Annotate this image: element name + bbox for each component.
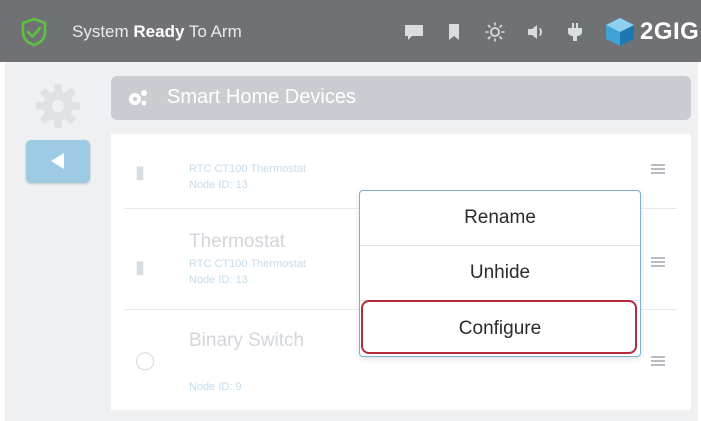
device-name: Binary Switch bbox=[189, 330, 305, 351]
device-model: RTC CT100 Thermostat bbox=[189, 258, 306, 270]
brightness-icon[interactable] bbox=[484, 22, 506, 42]
system-status-text: System Ready To Arm bbox=[72, 22, 242, 41]
hamburger-menu-icon[interactable] bbox=[651, 356, 665, 366]
device-node-id: Node ID: 13 bbox=[189, 274, 248, 286]
volume-icon[interactable] bbox=[525, 22, 547, 42]
device-node-id: Node ID: 13 bbox=[189, 179, 248, 191]
brand-name: 2GIG bbox=[640, 18, 700, 45]
configure-highlight-outline bbox=[361, 300, 637, 354]
menu-divider bbox=[360, 245, 640, 246]
gear-icon[interactable] bbox=[36, 84, 80, 128]
bookmark-icon[interactable] bbox=[443, 22, 465, 42]
brand-logo: 2GIG bbox=[604, 16, 700, 48]
status-bar: System Ready To Arm 2GIG bbox=[0, 0, 701, 62]
back-arrow-icon bbox=[51, 153, 64, 169]
shield-check-icon[interactable] bbox=[20, 17, 48, 47]
device-icon: ▮ bbox=[135, 162, 145, 182]
hamburger-menu-icon[interactable] bbox=[651, 257, 665, 267]
smart-home-devices-icon bbox=[129, 90, 147, 106]
device-node-id: Node ID: 9 bbox=[189, 381, 242, 393]
section-title: Smart Home Devices bbox=[167, 86, 356, 108]
device-name: Thermostat bbox=[189, 231, 286, 252]
cube-logo-icon bbox=[606, 18, 634, 46]
unhide-menu-item[interactable]: Unhide bbox=[360, 247, 640, 299]
device-model: RTC CT100 Thermostat bbox=[189, 163, 306, 175]
thermostat-icon: ▮ bbox=[135, 257, 145, 277]
hamburger-menu-icon[interactable] bbox=[651, 164, 665, 174]
section-header: Smart Home Devices bbox=[111, 76, 691, 120]
message-icon[interactable] bbox=[403, 22, 425, 42]
power-plug-icon[interactable] bbox=[564, 22, 586, 42]
back-button[interactable] bbox=[26, 140, 90, 183]
light-bulb-icon: ◯ bbox=[135, 350, 156, 370]
rename-menu-item[interactable]: Rename bbox=[360, 192, 640, 244]
